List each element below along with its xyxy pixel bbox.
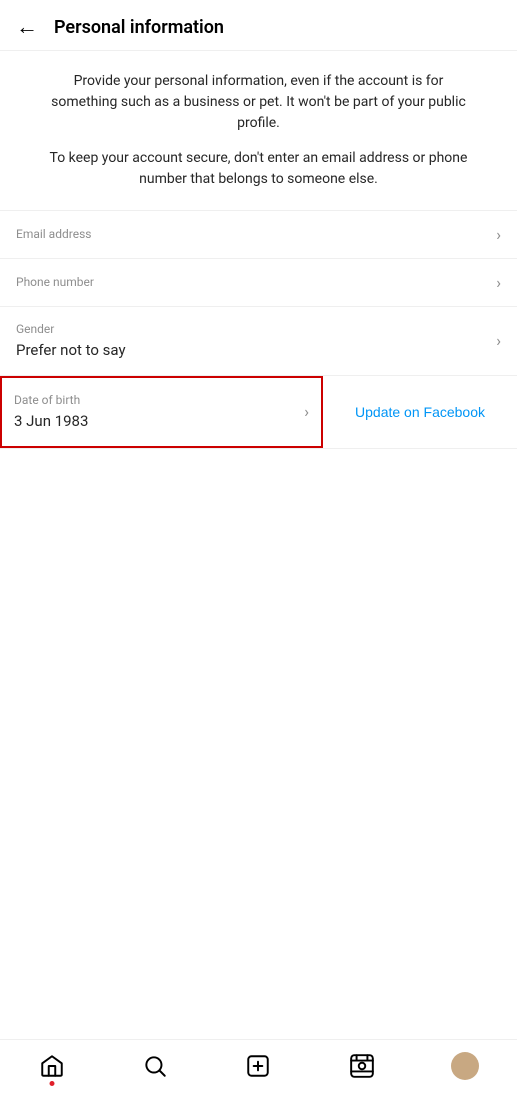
facebook-update-area: Update on Facebook [323, 376, 517, 448]
update-on-facebook-button[interactable]: Update on Facebook [339, 390, 501, 434]
email-chevron-icon: › [496, 225, 501, 244]
search-icon [141, 1052, 169, 1080]
dob-field-content: Date of birth 3 Jun 1983 [14, 392, 88, 432]
avatar [451, 1052, 479, 1080]
dob-field-row[interactable]: Date of birth 3 Jun 1983 › [0, 376, 323, 448]
nav-home[interactable] [38, 1052, 66, 1080]
phone-label: Phone number [16, 274, 94, 291]
email-field-row[interactable]: Email address › [0, 211, 517, 259]
phone-chevron-icon: › [496, 273, 501, 292]
nav-profile[interactable] [451, 1052, 479, 1080]
phone-field-content: Phone number [16, 274, 94, 291]
description-block: Provide your personal information, even … [0, 51, 517, 211]
gender-chevron-icon: › [496, 331, 501, 350]
home-active-dot [49, 1081, 54, 1086]
dob-chevron-icon: › [304, 402, 309, 421]
gender-field-content: Gender Prefer not to say [16, 321, 126, 361]
nav-search[interactable] [141, 1052, 169, 1080]
nav-reels[interactable] [348, 1052, 376, 1080]
dob-section: Date of birth 3 Jun 1983 › Update on Fac… [0, 376, 517, 449]
main-description: Provide your personal information, even … [40, 71, 477, 134]
gender-value: Prefer not to say [16, 340, 126, 361]
dob-value: 3 Jun 1983 [14, 411, 88, 432]
page-title: Personal information [54, 17, 224, 38]
nav-add[interactable] [244, 1052, 272, 1080]
email-label: Email address [16, 226, 91, 243]
back-button[interactable]: ← [16, 16, 38, 38]
email-field-content: Email address [16, 226, 91, 243]
add-icon [244, 1052, 272, 1080]
fields-section: Email address › Phone number › Gender Pr… [0, 211, 517, 1039]
gender-field-row[interactable]: Gender Prefer not to say › [0, 307, 517, 376]
phone-field-row[interactable]: Phone number › [0, 259, 517, 307]
profile-icon [451, 1052, 479, 1080]
warning-description: To keep your account secure, don't enter… [40, 148, 477, 190]
gender-label: Gender [16, 321, 126, 338]
header: ← Personal information [0, 0, 517, 51]
bottom-nav [0, 1039, 517, 1100]
reels-icon [348, 1052, 376, 1080]
dob-label: Date of birth [14, 392, 88, 409]
home-icon [38, 1052, 66, 1080]
